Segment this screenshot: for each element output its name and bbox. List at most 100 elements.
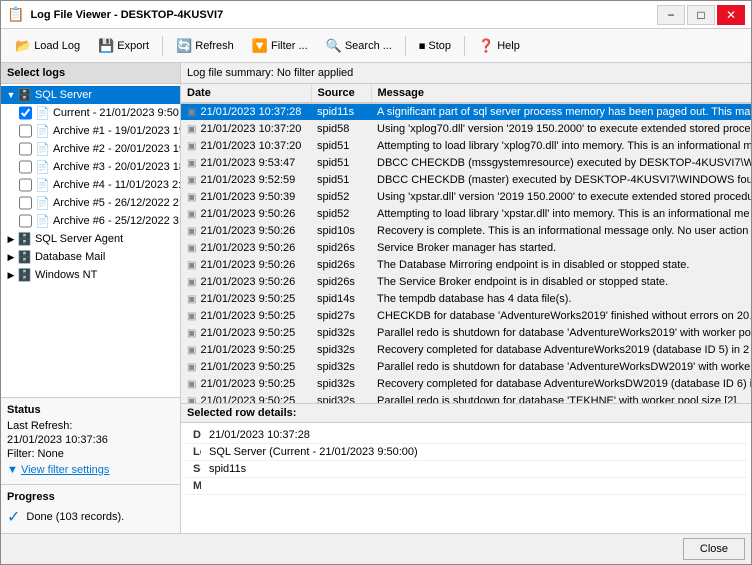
table-row[interactable]: ▣21/01/2023 9:50:26 spid26s Service Brok… — [181, 240, 751, 257]
cell-source: spid26s — [311, 274, 371, 291]
tree-node[interactable]: ▶ 🗄️ SQL Server Agent — [1, 230, 180, 248]
table-row[interactable]: ▣21/01/2023 9:50:39 spid52 Using 'xpstar… — [181, 189, 751, 206]
tree-checkbox[interactable] — [19, 196, 32, 210]
table-row[interactable]: ▣21/01/2023 9:50:25 spid32s Parallel red… — [181, 393, 751, 404]
maximize-button[interactable]: □ — [687, 5, 715, 25]
tree-node-label: Archive #3 - 20/01/2023 18:58:00 — [53, 161, 180, 173]
stop-icon: ⏹ — [419, 38, 426, 54]
cell-date: ▣21/01/2023 9:50:25 — [181, 308, 311, 325]
tree-node[interactable]: 📄 Archive #4 - 11/01/2023 2:47:00 — [1, 176, 180, 194]
filter-status: Filter: None — [7, 448, 174, 460]
cell-message: A significant part of sql server process… — [371, 103, 751, 121]
cell-date: ▣21/01/2023 10:37:20 — [181, 121, 311, 138]
help-button[interactable]: ❓ Help — [470, 33, 528, 59]
row-icon: ▣ — [187, 311, 196, 322]
log-table-container[interactable]: Date Source Message ▣21/01/2023 10:37:28… — [181, 84, 751, 403]
window-title: Log File Viewer - DESKTOP-4KUSVI7 — [30, 9, 223, 21]
tree-checkbox[interactable] — [19, 160, 32, 174]
filter-button[interactable]: 🔽 Filter ... — [244, 33, 316, 59]
tree-node[interactable]: 📄 Archive #5 - 26/12/2022 2:10:00 — [1, 194, 180, 212]
cell-source: spid51 — [311, 155, 371, 172]
cell-source: spid27s — [311, 308, 371, 325]
table-row[interactable]: ▣21/01/2023 9:50:26 spid52 Attempting to… — [181, 206, 751, 223]
table-row[interactable]: ▣21/01/2023 9:50:26 spid10s Recovery is … — [181, 223, 751, 240]
detail-panel: Selected row details: Date 21/01/2023 10… — [181, 403, 751, 533]
tree-toggle-icon: ▶ — [5, 234, 17, 245]
tree-node[interactable]: 📄 Archive #3 - 20/01/2023 18:58:00 — [1, 158, 180, 176]
left-panel: Select logs ▼ 🗄️ SQL Server 📄 Current - … — [1, 63, 181, 533]
detail-row-date: Date 21/01/2023 10:37:28 — [185, 427, 747, 444]
main-area: Select logs ▼ 🗄️ SQL Server 📄 Current - … — [1, 63, 751, 533]
left-panel-header: Select logs — [1, 63, 180, 84]
window-close-button[interactable]: ✕ — [717, 5, 745, 25]
tree-checkbox[interactable] — [19, 214, 32, 228]
folder-icon: 🗄️ — [17, 268, 32, 282]
row-icon: ▣ — [187, 345, 196, 356]
table-row[interactable]: ▣21/01/2023 9:50:25 spid32s Recovery com… — [181, 376, 751, 393]
cell-message: Recovery is complete. This is an informa… — [371, 223, 751, 240]
row-icon: ▣ — [187, 277, 196, 288]
tree-node[interactable]: ▶ 🗄️ Database Mail — [1, 248, 180, 266]
view-filter-link[interactable]: View filter settings — [21, 464, 109, 476]
row-icon: ▣ — [187, 396, 196, 403]
table-row[interactable]: ▣21/01/2023 9:50:25 spid32s Parallel red… — [181, 359, 751, 376]
main-window: 📋 Log File Viewer - DESKTOP-4KUSVI7 − □ … — [0, 0, 752, 565]
col-message[interactable]: Message — [371, 84, 751, 103]
table-row[interactable]: ▣21/01/2023 9:50:25 spid32s Recovery com… — [181, 342, 751, 359]
app-icon: 📋 — [7, 6, 24, 23]
stop-button[interactable]: ⏹ Stop — [411, 33, 459, 59]
log-table-body: ▣21/01/2023 10:37:28 spid11s A significa… — [181, 103, 751, 403]
table-row[interactable]: ▣21/01/2023 9:50:25 spid27s CHECKDB for … — [181, 308, 751, 325]
table-row[interactable]: ▣21/01/2023 9:52:59 spid51 DBCC CHECKDB … — [181, 172, 751, 189]
log-table: Date Source Message ▣21/01/2023 10:37:28… — [181, 84, 751, 403]
tree-node[interactable]: 📄 Archive #2 - 20/01/2023 19:00:00 — [1, 140, 180, 158]
tree-node[interactable]: 📄 Archive #6 - 25/12/2022 3:27:00 — [1, 212, 180, 230]
progress-area: Progress ✓ Done (103 records). — [1, 484, 180, 533]
export-icon: 💾 — [98, 38, 114, 54]
tree-node[interactable]: 📄 Current - 21/01/2023 9:50:00 — [1, 104, 180, 122]
cell-source: spid32s — [311, 393, 371, 404]
table-row[interactable]: ▣21/01/2023 9:53:47 spid51 DBCC CHECKDB … — [181, 155, 751, 172]
table-row[interactable]: ▣21/01/2023 10:37:20 spid58 Using 'xplog… — [181, 121, 751, 138]
table-row[interactable]: ▣21/01/2023 9:50:26 spid26s The Database… — [181, 257, 751, 274]
table-row[interactable]: ▣21/01/2023 10:37:28 spid11s A significa… — [181, 103, 751, 121]
detail-label-date: Date — [185, 427, 201, 444]
tree-area[interactable]: ▼ 🗄️ SQL Server 📄 Current - 21/01/2023 9… — [1, 84, 180, 397]
tree-checkbox[interactable] — [19, 106, 32, 120]
tree-checkbox[interactable] — [19, 124, 32, 138]
table-row[interactable]: ▣21/01/2023 10:37:20 spid51 Attempting t… — [181, 138, 751, 155]
search-button[interactable]: 🔍 Search ... — [318, 33, 400, 59]
tree-checkbox[interactable] — [19, 142, 32, 156]
log-table-header: Date Source Message — [181, 84, 751, 103]
detail-content[interactable]: Date 21/01/2023 10:37:28 Log SQL Server … — [181, 423, 751, 533]
table-row[interactable]: ▣21/01/2023 9:50:25 spid32s Parallel red… — [181, 325, 751, 342]
refresh-button[interactable]: 🔄 Refresh — [168, 33, 242, 59]
load-log-button[interactable]: 📂 Load Log — [7, 33, 88, 59]
cell-source: spid32s — [311, 325, 371, 342]
refresh-icon: 🔄 — [176, 38, 192, 54]
detail-row-message: Message — [185, 478, 747, 495]
cell-date: ▣21/01/2023 9:50:26 — [181, 257, 311, 274]
cell-message: Attempting to load library 'xpstar.dll' … — [371, 206, 751, 223]
cell-date: ▣21/01/2023 9:50:25 — [181, 393, 311, 404]
table-row[interactable]: ▣21/01/2023 9:50:26 spid26s The Service … — [181, 274, 751, 291]
cell-date: ▣21/01/2023 10:37:28 — [181, 103, 311, 121]
tree-checkbox[interactable] — [19, 178, 32, 192]
tree-node[interactable]: ▶ 🗄️ Windows NT — [1, 266, 180, 284]
status-area: Status Last Refresh: 21/01/2023 10:37:36… — [1, 397, 180, 484]
detail-value-date: 21/01/2023 10:37:28 — [201, 427, 747, 444]
cell-date: ▣21/01/2023 9:50:39 — [181, 189, 311, 206]
cell-source: spid26s — [311, 257, 371, 274]
close-button[interactable]: Close — [683, 538, 745, 560]
minimize-button[interactable]: − — [657, 5, 685, 25]
cell-date: ▣21/01/2023 9:53:47 — [181, 155, 311, 172]
col-source[interactable]: Source — [311, 84, 371, 103]
export-button[interactable]: 💾 Export — [90, 33, 157, 59]
cell-date: ▣21/01/2023 10:37:20 — [181, 138, 311, 155]
cell-message: Parallel redo is shutdown for database '… — [371, 359, 751, 376]
tree-node[interactable]: 📄 Archive #1 - 19/01/2023 19:04:00 — [1, 122, 180, 140]
col-date[interactable]: Date — [181, 84, 311, 103]
table-row[interactable]: ▣21/01/2023 9:50:25 spid14s The tempdb d… — [181, 291, 751, 308]
cell-message: Using 'xpstar.dll' version '2019 150.200… — [371, 189, 751, 206]
tree-node[interactable]: ▼ 🗄️ SQL Server — [1, 86, 180, 104]
